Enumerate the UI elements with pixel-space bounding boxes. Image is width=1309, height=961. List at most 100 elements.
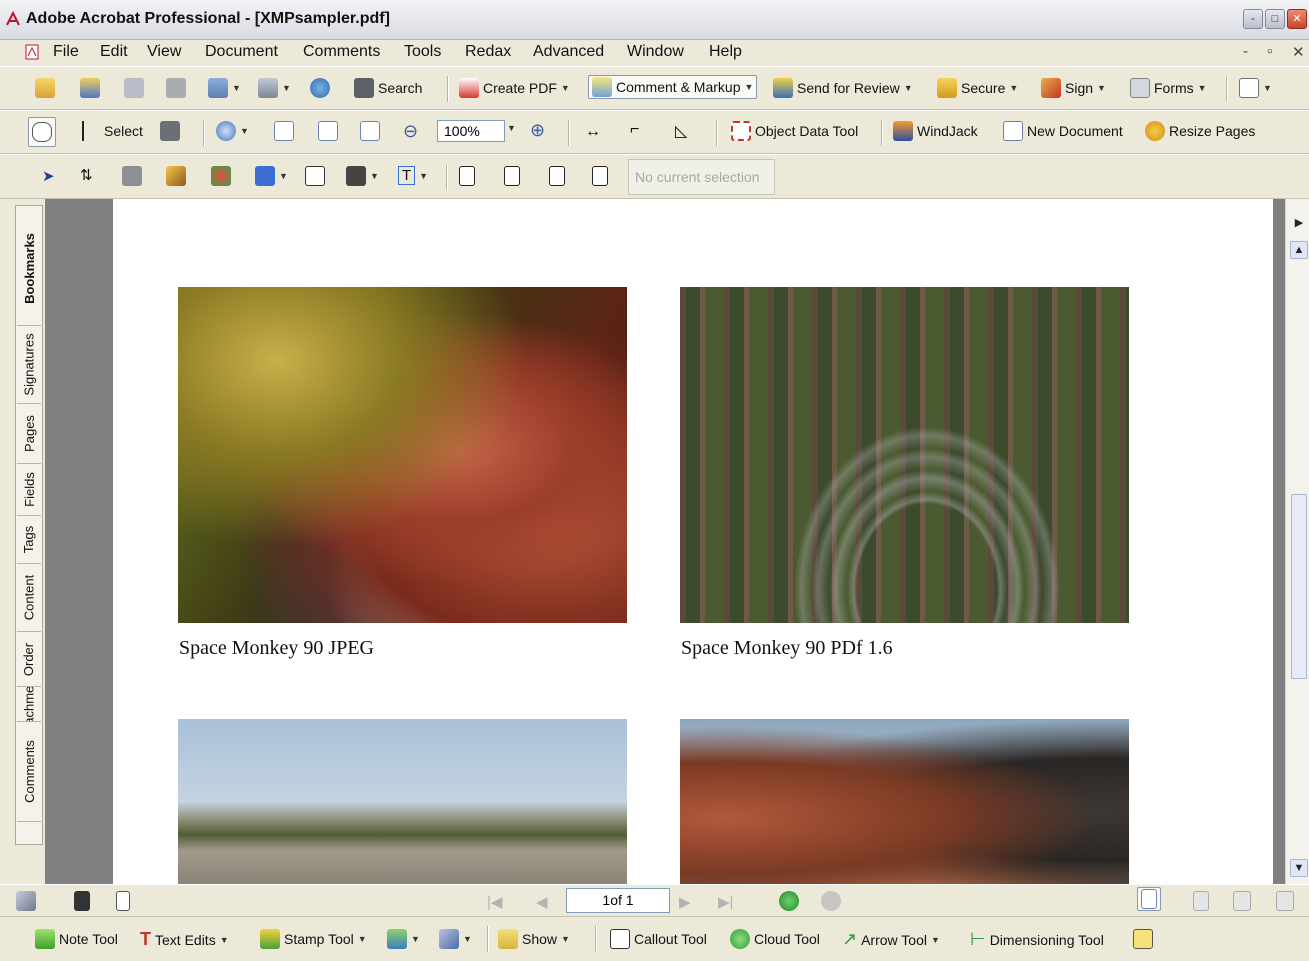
- single-page-view-button[interactable]: [1137, 887, 1161, 911]
- tab-order[interactable]: Order: [17, 632, 41, 687]
- windjack-button[interactable]: WindJack: [893, 121, 978, 141]
- touchup-object-button[interactable]: [211, 166, 231, 186]
- fit-page-button[interactable]: [318, 121, 338, 141]
- crop-tool-button[interactable]: [122, 166, 142, 186]
- facing-view-button[interactable]: [1233, 891, 1251, 911]
- comment-markup-button[interactable]: Comment & Markup ▼: [588, 75, 758, 99]
- close-button[interactable]: ✕: [1287, 9, 1307, 29]
- list-field-button[interactable]: [305, 166, 325, 186]
- help-tool-button[interactable]: [592, 166, 608, 186]
- doc-close-button[interactable]: ✕: [1292, 43, 1305, 61]
- perimeter-tool-button[interactable]: ⌐: [630, 121, 639, 139]
- menu-edit[interactable]: Edit: [100, 43, 128, 61]
- tab-pages[interactable]: Pages: [17, 404, 41, 464]
- sign-button[interactable]: Sign ▼: [1041, 78, 1106, 98]
- article-tool-button[interactable]: [459, 166, 475, 186]
- previous-page-button[interactable]: ◀: [536, 893, 548, 911]
- continuous-facing-view-button[interactable]: [1276, 891, 1294, 911]
- page-options-button[interactable]: [116, 891, 130, 911]
- text-field-button[interactable]: T ▼: [398, 166, 428, 185]
- continuous-view-button[interactable]: [1193, 891, 1209, 911]
- open-button[interactable]: [35, 78, 55, 98]
- select-object-tool-button[interactable]: ➤: [42, 167, 55, 185]
- actual-size-button[interactable]: [274, 121, 294, 141]
- display-button[interactable]: [74, 891, 90, 911]
- menu-tools[interactable]: Tools: [404, 43, 441, 61]
- new-document-button[interactable]: New Document: [1003, 121, 1123, 141]
- save-button[interactable]: [124, 78, 144, 98]
- media-tool-button[interactable]: ▼: [346, 166, 379, 186]
- area-tool-button[interactable]: ◺: [675, 121, 687, 141]
- maximize-button[interactable]: □: [1265, 9, 1285, 29]
- print-button[interactable]: [166, 78, 186, 98]
- vertical-scrollbar[interactable]: ▶ ▲ ▼: [1285, 199, 1309, 884]
- email-button[interactable]: ▼: [208, 78, 241, 98]
- attachments-panel-button[interactable]: [16, 891, 36, 911]
- page-number-input[interactable]: 1of 1: [566, 888, 670, 913]
- web-button[interactable]: [310, 78, 330, 98]
- stamp-tool-button[interactable]: Stamp Tool ▼: [260, 929, 367, 949]
- doc-minimize-button[interactable]: -: [1243, 43, 1248, 60]
- distance-tool-button[interactable]: ↔: [585, 123, 601, 141]
- last-page-button[interactable]: ▶|: [718, 893, 733, 911]
- menu-document[interactable]: Document: [205, 43, 278, 61]
- create-pdf-button[interactable]: Create PDF ▼: [459, 78, 570, 98]
- first-page-button[interactable]: |◀: [487, 893, 502, 911]
- highlight-tool-button[interactable]: ▼: [387, 929, 420, 949]
- organizer-button[interactable]: [80, 78, 100, 98]
- form-field-button[interactable]: ▼: [255, 166, 288, 186]
- scroll-down-button[interactable]: ▼: [1290, 859, 1308, 877]
- dimensioning-tool-button[interactable]: ⊢ Dimensioning Tool: [970, 929, 1104, 950]
- zoom-in-button[interactable]: ⊕: [530, 120, 545, 141]
- object-data-tool-button[interactable]: Object Data Tool: [731, 121, 858, 141]
- zoom-out-button[interactable]: ⊖: [403, 121, 418, 142]
- text-box-tool-button[interactable]: [1133, 929, 1153, 949]
- note-tool-button[interactable]: Note Tool: [35, 929, 118, 949]
- tasks-button[interactable]: ▼: [1239, 78, 1272, 98]
- zoom-dropdown-button[interactable]: ▼: [507, 123, 516, 133]
- go-forward-button[interactable]: [821, 891, 841, 911]
- document-viewport[interactable]: Space Monkey 90 JPEG Space Monkey 90 PDf…: [45, 199, 1285, 884]
- document-icon[interactable]: [24, 44, 40, 60]
- send-review-button[interactable]: Send for Review ▼: [773, 78, 913, 98]
- zoom-in-tool-button[interactable]: ▼: [216, 121, 249, 141]
- resize-pages-button[interactable]: Resize Pages: [1145, 121, 1255, 141]
- tab-fields[interactable]: Fields: [17, 464, 41, 516]
- tab-content[interactable]: Content: [17, 564, 41, 632]
- select-tool-button[interactable]: Select: [78, 121, 143, 141]
- menu-redax[interactable]: Redax: [465, 43, 511, 61]
- menu-view[interactable]: View: [147, 43, 181, 61]
- menu-file[interactable]: File: [53, 43, 79, 61]
- forms-button[interactable]: Forms ▼: [1130, 78, 1207, 98]
- callout-tool-button[interactable]: Callout Tool: [610, 929, 707, 949]
- tab-tags[interactable]: Tags: [17, 516, 41, 564]
- minimize-button[interactable]: -: [1243, 9, 1263, 29]
- touchup-text-button[interactable]: [166, 166, 186, 186]
- tab-signatures[interactable]: Signatures: [17, 326, 41, 404]
- text-edits-button[interactable]: T Text Edits ▼: [140, 929, 229, 950]
- next-page-button[interactable]: ▶: [679, 893, 691, 911]
- tab-attachments[interactable]: Attachments: [17, 687, 41, 722]
- attach-tool-button[interactable]: [549, 166, 565, 186]
- link-tool-button[interactable]: ⇅: [80, 166, 93, 184]
- scroll-up-button[interactable]: ▲: [1290, 241, 1308, 259]
- fit-width-button[interactable]: [360, 121, 380, 141]
- menu-advanced[interactable]: Advanced: [533, 43, 604, 61]
- menu-window[interactable]: Window: [627, 43, 684, 61]
- secure-button[interactable]: Secure ▼: [937, 78, 1018, 98]
- zoom-input[interactable]: 100%: [437, 120, 505, 142]
- expand-pane-icon[interactable]: ▶: [1290, 215, 1308, 233]
- go-back-button[interactable]: [779, 891, 799, 911]
- menu-comments[interactable]: Comments: [303, 43, 380, 61]
- tab-comments[interactable]: Comments: [17, 722, 41, 822]
- show-button[interactable]: Show ▼: [498, 929, 570, 949]
- cloud-tool-button[interactable]: Cloud Tool: [730, 929, 820, 949]
- snapshot-button[interactable]: [160, 121, 180, 141]
- search-button[interactable]: Search: [354, 78, 422, 98]
- tab-bookmarks[interactable]: Bookmarks: [17, 211, 41, 326]
- doc-restore-button[interactable]: ▫: [1267, 43, 1272, 60]
- menu-help[interactable]: Help: [709, 43, 742, 61]
- hand-tool-button[interactable]: [28, 117, 56, 147]
- scroll-thumb[interactable]: [1291, 494, 1307, 679]
- attach-button[interactable]: ▼: [258, 78, 291, 98]
